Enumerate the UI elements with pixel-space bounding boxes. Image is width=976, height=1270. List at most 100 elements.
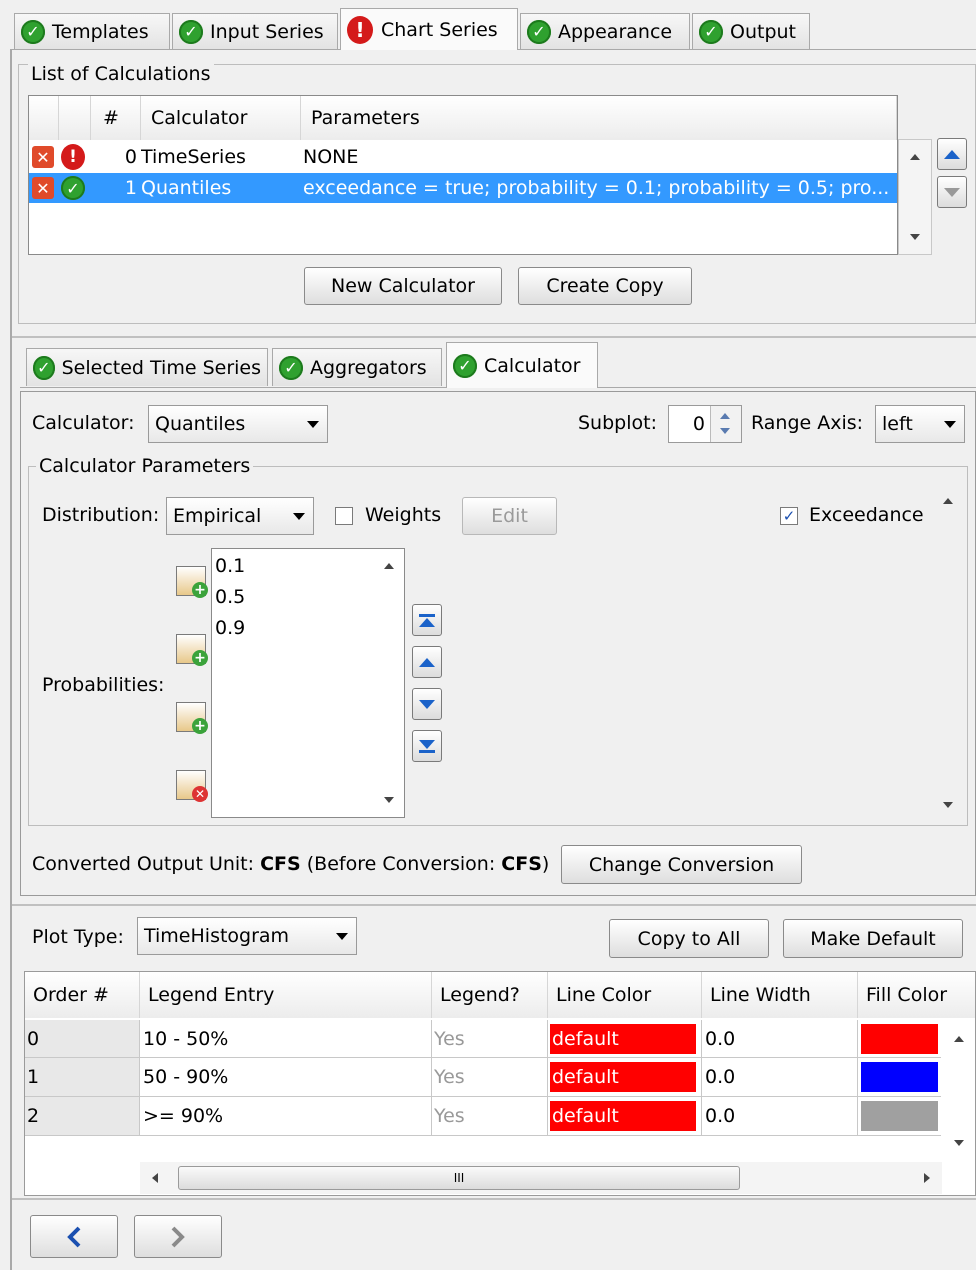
calculator-value: Quantiles	[155, 413, 246, 435]
subplot-spinner[interactable]: 0	[668, 405, 742, 443]
tab-output[interactable]: ✓ Output	[692, 13, 810, 49]
chevron-down-icon	[336, 933, 348, 940]
row-line-width[interactable]: 0.0	[702, 1020, 858, 1057]
check-icon: ✓	[21, 19, 45, 44]
row-legend-entry[interactable]: 50 - 90%	[140, 1058, 432, 1096]
scroll-right-arrow[interactable]	[924, 1173, 930, 1183]
conversion-unit: CFS	[260, 853, 301, 875]
create-copy-button[interactable]: Create Copy	[518, 267, 692, 305]
section-divider	[12, 336, 976, 338]
move-up-item-button[interactable]	[412, 646, 442, 678]
row-legend-show[interactable]: Yes	[432, 1058, 548, 1096]
spinner-buttons[interactable]	[710, 406, 741, 442]
move-down-button[interactable]	[937, 176, 967, 208]
tab-selected-time-series[interactable]: ✓ Selected Time Series	[26, 348, 268, 386]
tab-aggregators[interactable]: ✓ Aggregators	[272, 348, 442, 386]
arrow-up-icon	[419, 657, 435, 667]
conversion-before-suffix: )	[541, 853, 550, 875]
calc-table: # Calculator Parameters ✕ ! 0 TimeSeries…	[28, 95, 898, 255]
calc-table-vscroll[interactable]	[898, 139, 932, 255]
row-fill-color[interactable]	[858, 1058, 941, 1096]
row-legend-entry[interactable]: >= 90%	[140, 1097, 432, 1135]
row-parameters: exceedance = true; probability = 0.1; pr…	[303, 177, 890, 199]
tab-calculator[interactable]: ✓ Calculator	[446, 342, 598, 388]
calculator-select[interactable]: Quantiles	[148, 405, 328, 443]
row-line-color[interactable]: default	[548, 1020, 702, 1057]
scroll-left-arrow[interactable]	[152, 1173, 158, 1183]
chevron-down-icon	[293, 513, 305, 520]
line-color-swatch: default	[550, 1101, 696, 1131]
col-fill-color[interactable]: Fill Color	[858, 972, 975, 1018]
copy-to-all-button[interactable]: Copy to All	[609, 919, 769, 958]
row-line-width[interactable]: 0.0	[702, 1097, 858, 1135]
row-line-color[interactable]: default	[548, 1058, 702, 1096]
move-top-icon	[419, 613, 435, 627]
move-top-button[interactable]	[412, 604, 442, 636]
change-conversion-button[interactable]: Change Conversion	[561, 845, 802, 884]
list-item[interactable]: 0.9	[215, 617, 245, 639]
series-table: Order # Legend Entry Legend? Line Color …	[24, 971, 976, 1196]
tab-appearance[interactable]: ✓ Appearance	[520, 13, 690, 49]
tab-label: Aggregators	[310, 356, 427, 379]
params-vscroll[interactable]	[932, 484, 964, 820]
make-default-button[interactable]: Make Default	[783, 919, 963, 958]
range-axis-select[interactable]: left	[875, 405, 965, 443]
weights-checkbox[interactable]	[335, 507, 353, 525]
row-fill-color[interactable]	[858, 1097, 941, 1135]
row-line-color[interactable]: default	[548, 1097, 702, 1135]
move-up-button[interactable]	[937, 138, 967, 170]
col-legend-entry[interactable]: Legend Entry	[140, 972, 432, 1018]
distribution-label: Distribution:	[42, 504, 160, 526]
new-calculator-button[interactable]: New Calculator	[304, 267, 502, 305]
row-legend-show[interactable]: Yes	[432, 1020, 548, 1057]
table-row[interactable]: 2 >= 90% Yes default 0.0	[25, 1097, 941, 1136]
series-table-vscroll[interactable]	[943, 1020, 975, 1160]
line-color-swatch: default	[550, 1062, 696, 1092]
col-order[interactable]: Order #	[25, 972, 140, 1018]
table-row[interactable]: 1 50 - 90% Yes default 0.0	[25, 1058, 941, 1097]
distribution-select[interactable]: Empirical	[166, 497, 314, 535]
table-row-selected[interactable]: ✕ ✓ 1 Quantiles exceedance = true; proba…	[29, 173, 897, 203]
fill-color-swatch	[861, 1023, 938, 1054]
forward-button[interactable]	[134, 1215, 222, 1258]
row-fill-color[interactable]	[858, 1020, 941, 1057]
col-num[interactable]: #	[91, 96, 141, 140]
tab-templates[interactable]: ✓ Templates	[14, 13, 170, 49]
col-parameters[interactable]: Parameters	[301, 96, 897, 140]
fill-color-swatch	[861, 1062, 938, 1092]
check-icon: ✓	[699, 19, 723, 44]
add-after-icon[interactable]: +	[176, 634, 208, 666]
table-row[interactable]: ✕ ! 0 TimeSeries NONE	[29, 142, 897, 172]
add-end-icon[interactable]: +	[176, 702, 208, 734]
row-num: 1	[124, 177, 137, 199]
list-item[interactable]: 0.1	[215, 555, 245, 577]
move-bottom-button[interactable]	[412, 730, 442, 762]
col-line-color[interactable]: Line Color	[548, 972, 702, 1018]
edit-button[interactable]: Edit	[462, 497, 557, 535]
row-line-width[interactable]: 0.0	[702, 1058, 858, 1096]
conversion-text: Converted Output Unit: CFS (Before Conve…	[32, 853, 549, 875]
row-legend-show[interactable]: Yes	[432, 1097, 548, 1135]
col-line-width[interactable]: Line Width	[702, 972, 858, 1018]
tab-input-series[interactable]: ✓ Input Series	[172, 13, 338, 49]
delete-row-icon[interactable]: ✕	[32, 142, 58, 172]
list-item[interactable]: 0.5	[215, 586, 245, 608]
table-row[interactable]: 0 10 - 50% Yes default 0.0	[25, 1020, 941, 1058]
plot-type-select[interactable]: TimeHistogram	[137, 917, 357, 955]
move-down-item-button[interactable]	[412, 688, 442, 720]
tab-chart-series[interactable]: ! Chart Series	[340, 8, 518, 50]
remove-item-icon[interactable]: ✕	[176, 770, 208, 802]
hscroll-thumb[interactable]: III	[178, 1166, 740, 1190]
back-button[interactable]	[30, 1215, 118, 1258]
delete-row-icon[interactable]: ✕	[32, 173, 58, 203]
probabilities-list[interactable]: 0.1 0.5 0.9	[211, 548, 405, 818]
row-num: 0	[124, 146, 137, 168]
col-calculator[interactable]: Calculator	[141, 96, 301, 140]
exceedance-checkbox[interactable]: ✓	[780, 507, 798, 525]
row-legend-entry[interactable]: 10 - 50%	[140, 1020, 432, 1057]
add-before-icon[interactable]: +	[176, 566, 208, 598]
col-legend-show[interactable]: Legend?	[432, 972, 548, 1018]
row-calculator: TimeSeries	[141, 146, 246, 168]
series-table-hscroll[interactable]: III	[140, 1162, 942, 1194]
check-icon: ✓	[279, 355, 303, 380]
